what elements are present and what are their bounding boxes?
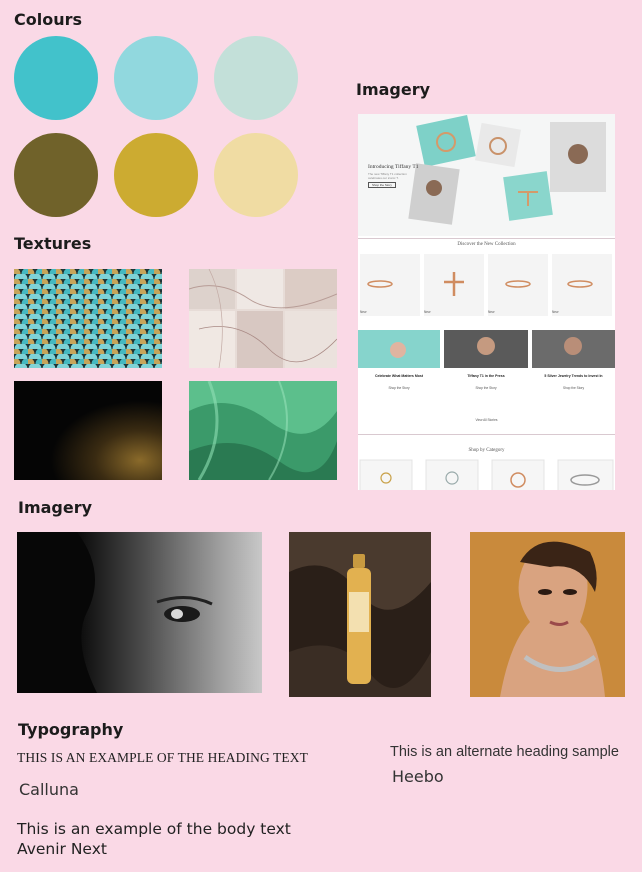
product-label: New [424, 310, 431, 314]
model-portrait-photo [470, 532, 625, 697]
marble-tile-texture [189, 269, 337, 368]
product-row [360, 254, 612, 316]
colour-swatch [114, 36, 198, 120]
story-title: Celebrate What Matters Most [374, 374, 424, 378]
pantene-bottle-photo [289, 532, 431, 697]
view-all-link[interactable]: View All Stories [358, 418, 615, 422]
colour-swatch [214, 36, 298, 120]
story-images [358, 330, 615, 368]
site-hero: Introducing Tiffany T1 The new Tiffany T… [358, 114, 615, 236]
heading-font-name: Calluna [19, 780, 79, 799]
product-label: New [360, 310, 367, 314]
typography-title: Typography [18, 720, 124, 739]
teal-scale-texture [14, 269, 162, 368]
imagery-bottom-title: Imagery [18, 498, 93, 517]
story-link[interactable]: Shop the Story [532, 386, 615, 390]
story-title: 5 Silver Jewelry Trends to Invest In [544, 374, 603, 378]
alt-heading-sample: This is an alternate heading sample [390, 744, 619, 760]
colour-swatch [214, 133, 298, 217]
colour-swatch [14, 36, 98, 120]
colours-title: Colours [14, 10, 83, 29]
textures-title: Textures [14, 234, 92, 253]
alt-font-name: Heebo [392, 767, 444, 786]
product-label: New [552, 310, 559, 314]
colour-swatch [14, 133, 98, 217]
site-divider [358, 434, 615, 435]
website-mockup: Introducing Tiffany T1 The new Tiffany T… [358, 114, 615, 490]
gold-dust-texture [14, 381, 162, 480]
story-link[interactable]: Shop the Story [444, 386, 528, 390]
face-closeup-photo [17, 532, 262, 693]
hero-title: Introducing Tiffany T1 [368, 164, 419, 170]
site-divider [358, 238, 615, 239]
product-label: New [488, 310, 495, 314]
heading-text-sample: THIS IS AN EXAMPLE OF THE HEADING TEXT [17, 750, 308, 765]
colour-swatch [114, 133, 198, 217]
green-satin-texture [189, 381, 337, 480]
hero-text: The new Tiffany T1 collection celebrates… [368, 172, 407, 180]
category-title: Shop by Category [468, 448, 505, 453]
story-title: Tiffany T1 in the Press [467, 374, 505, 378]
category-row [359, 459, 614, 490]
hero-button[interactable]: Shop the Story [368, 182, 396, 188]
collection-title: Discover the New Collection [457, 242, 516, 247]
body-text-sample: This is an example of the body text [17, 820, 291, 838]
story-link[interactable]: Shop the Story [358, 386, 440, 390]
imagery-top-title: Imagery [356, 80, 431, 99]
body-font-name: Avenir Next [17, 840, 107, 858]
